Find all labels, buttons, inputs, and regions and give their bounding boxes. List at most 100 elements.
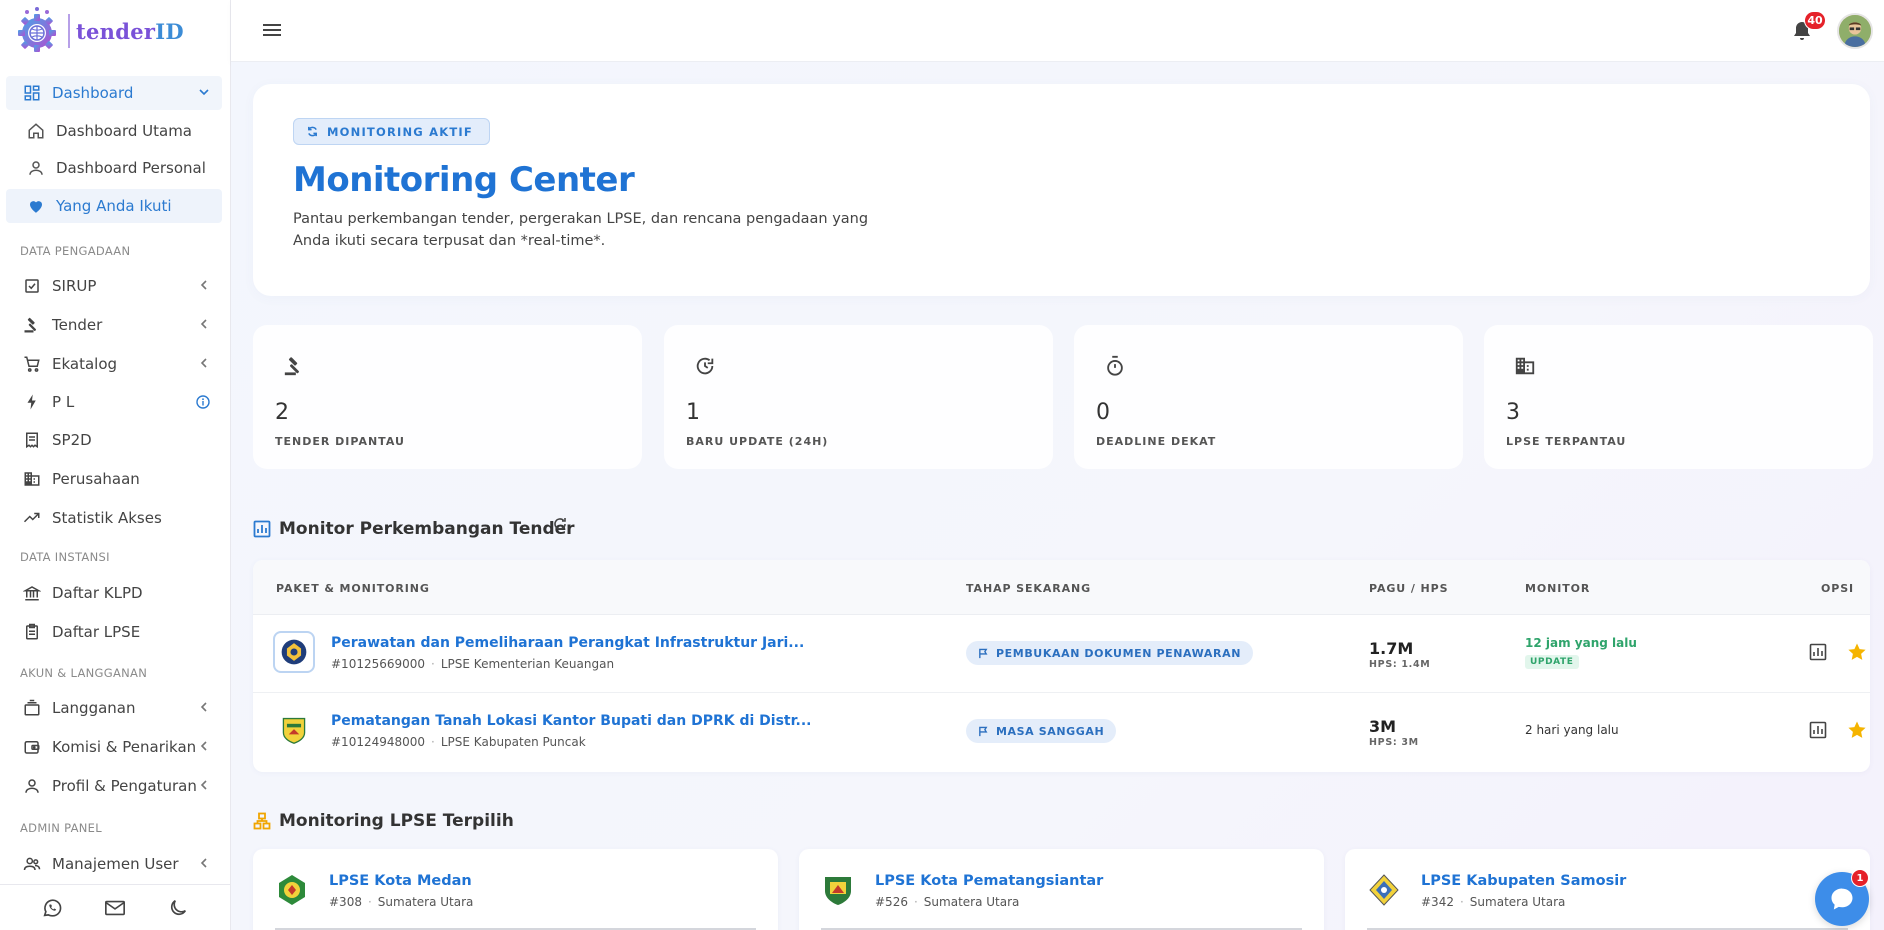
stat-card-lpse-terpantau: 3 LPSE TERPANTAU <box>1484 325 1873 469</box>
col-header-monitor: MONITOR <box>1525 582 1591 595</box>
tender-title-link[interactable]: Perawatan dan Pemeliharaan Perangkat Inf… <box>331 635 804 651</box>
update-badge: UPDATE <box>1525 655 1579 669</box>
kab-puncak-logo <box>273 709 315 751</box>
person-icon <box>22 776 42 796</box>
sidebar-item-manajemen-user[interactable]: Manajemen User <box>6 847 222 881</box>
logo-divider <box>68 14 70 48</box>
chevron-left-icon <box>200 280 207 290</box>
stage-label: PEMBUKAAN DOKUMEN PENAWARAN <box>996 646 1242 660</box>
user-avatar[interactable] <box>1837 13 1873 49</box>
chevron-left-icon <box>200 358 207 368</box>
sidebar-item-label: P L <box>52 393 75 411</box>
sidebar-item-label: SP2D <box>52 431 92 449</box>
whatsapp-icon[interactable] <box>41 897 63 919</box>
sidebar-item-label: SIRUP <box>52 277 97 295</box>
chart-box-icon[interactable] <box>1809 643 1827 661</box>
sidebar-item-dashboard-personal[interactable]: Dashboard Personal <box>6 151 222 185</box>
refresh-icon[interactable] <box>552 516 568 532</box>
chart-box-icon[interactable] <box>1809 721 1827 739</box>
stat-value: 1 <box>686 400 700 425</box>
receipt-icon <box>22 430 42 450</box>
sidebar-item-profil[interactable]: Profil & Pengaturan <box>6 769 222 803</box>
sidebar-item-ekatalog[interactable]: Ekatalog <box>6 347 222 381</box>
kota-pematangsiantar-logo <box>825 877 851 905</box>
star-icon[interactable] <box>1847 720 1867 740</box>
lpse-card-medan[interactable]: LPSE Kota Medan #308 · Sumatera Utara <box>253 849 778 930</box>
building-icon <box>22 469 42 489</box>
timer-icon <box>1107 355 1123 376</box>
monitoring-status-pill: MONITORING AKTIF <box>293 118 490 145</box>
main-content: MONITORING AKTIF Monitoring Center Panta… <box>231 62 1884 930</box>
pill-label: MONITORING AKTIF <box>327 124 473 139</box>
stat-value: 3 <box>1506 400 1520 425</box>
chart-box-icon <box>253 520 271 538</box>
chat-bubble-icon <box>1831 888 1853 910</box>
sidebar-item-sp2d[interactable]: SP2D <box>6 423 222 457</box>
chevron-down-icon <box>199 89 209 96</box>
sidebar-item-label: Yang Anda Ikuti <box>56 197 172 215</box>
section-label-akun: AKUN & LANGGANAN <box>20 666 148 680</box>
section-title-text: Monitor Perkembangan Tender <box>279 519 575 539</box>
kemenkeu-logo <box>273 631 315 673</box>
trending-up-icon <box>22 508 42 528</box>
checkbox-icon <box>22 276 42 296</box>
sidebar-item-yang-anda-ikuti[interactable]: Yang Anda Ikuti <box>6 189 222 223</box>
col-header-tahap: TAHAP SEKARANG <box>966 582 1092 595</box>
col-header-paket: PAKET & MONITORING <box>276 582 430 595</box>
stage-badge: PEMBUKAAN DOKUMEN PENAWARAN <box>966 641 1254 665</box>
lpse-meta: #526 · Sumatera Utara <box>875 895 1020 909</box>
stat-label: TENDER DIPANTAU <box>275 435 405 448</box>
sidebar-item-label: Dashboard Personal <box>56 159 206 177</box>
sidebar-item-label: Langganan <box>52 699 136 717</box>
flag-icon <box>979 726 988 736</box>
sidebar-item-statistik[interactable]: Statistik Akses <box>6 501 222 535</box>
building-icon <box>1515 357 1535 375</box>
mail-icon[interactable] <box>104 897 126 919</box>
flag-icon <box>979 648 988 658</box>
sidebar-item-label: Perusahaan <box>52 470 140 488</box>
lpse-name: LPSE Kota Pematangsiantar <box>875 873 1104 889</box>
sidebar-item-komisi[interactable]: Komisi & Penarikan <box>6 730 222 764</box>
sidebar-item-klpd[interactable]: Daftar KLPD <box>6 576 222 610</box>
info-icon <box>196 395 210 409</box>
table-row: Perawatan dan Pemeliharaan Perangkat Inf… <box>253 615 1870 693</box>
tender-meta: #10124948000 · LPSE Kabupaten Puncak <box>331 735 586 749</box>
sidebar-item-label: Manajemen User <box>52 855 179 873</box>
sidebar-item-label: Profil & Pengaturan <box>52 777 197 795</box>
chat-badge: 1 <box>1851 869 1869 887</box>
stage-label: MASA SANGGAH <box>996 724 1105 738</box>
sidebar-item-dashboard[interactable]: Dashboard <box>6 76 222 110</box>
brand-name: tenderID <box>76 18 184 44</box>
chevron-left-icon <box>200 780 207 790</box>
institution-icon <box>22 583 42 603</box>
section-title-lpse: Monitoring LPSE Terpilih <box>253 811 514 831</box>
sidebar-item-perusahaan[interactable]: Perusahaan <box>6 462 222 496</box>
sidebar-item-dashboard-utama[interactable]: Dashboard Utama <box>6 114 222 148</box>
sidebar-item-sirup[interactable]: SIRUP <box>6 269 222 303</box>
hierarchy-icon <box>253 812 271 830</box>
section-title-text: Monitoring LPSE Terpilih <box>279 811 514 831</box>
sidebar-item-label: Dashboard <box>52 84 134 102</box>
star-icon[interactable] <box>1847 642 1867 662</box>
section-label-admin: ADMIN PANEL <box>20 821 102 835</box>
tender-table: PAKET & MONITORING TAHAP SEKARANG PAGU /… <box>253 560 1870 772</box>
pagu-value: 3M <box>1369 717 1397 736</box>
section-label-data-instansi: DATA INSTANSI <box>20 550 110 564</box>
notification-badge: 40 <box>1804 11 1826 30</box>
lpse-card-pematangsiantar[interactable]: LPSE Kota Pematangsiantar #526 · Sumatera … <box>799 849 1324 930</box>
hps-value: HPS: 3M <box>1369 737 1419 748</box>
lightning-icon <box>22 392 42 412</box>
stat-value: 0 <box>1096 400 1110 425</box>
chevron-left-icon <box>200 702 207 712</box>
page-description: Pantau perkembangan tender, pergerakan L… <box>293 211 869 249</box>
sidebar-item-tender[interactable]: Tender <box>6 308 222 342</box>
tender-title-link[interactable]: Pematangan Tanah Lokasi Kantor Bupati da… <box>331 713 811 729</box>
sidebar-item-pl[interactable]: P L <box>6 385 222 419</box>
hamburger-menu-icon[interactable] <box>263 21 283 39</box>
lpse-card-samosir[interactable]: LPSE Kabupaten Samosir #342 · Sumatera Uta… <box>1345 849 1870 930</box>
sidebar-item-langganan[interactable]: Langganan <box>6 691 222 725</box>
brand-logo[interactable]: tenderID <box>0 0 230 62</box>
sidebar-item-lpse[interactable]: Daftar LPSE <box>6 615 222 649</box>
moon-icon[interactable] <box>167 897 189 919</box>
kota-medan-logo <box>279 875 305 905</box>
